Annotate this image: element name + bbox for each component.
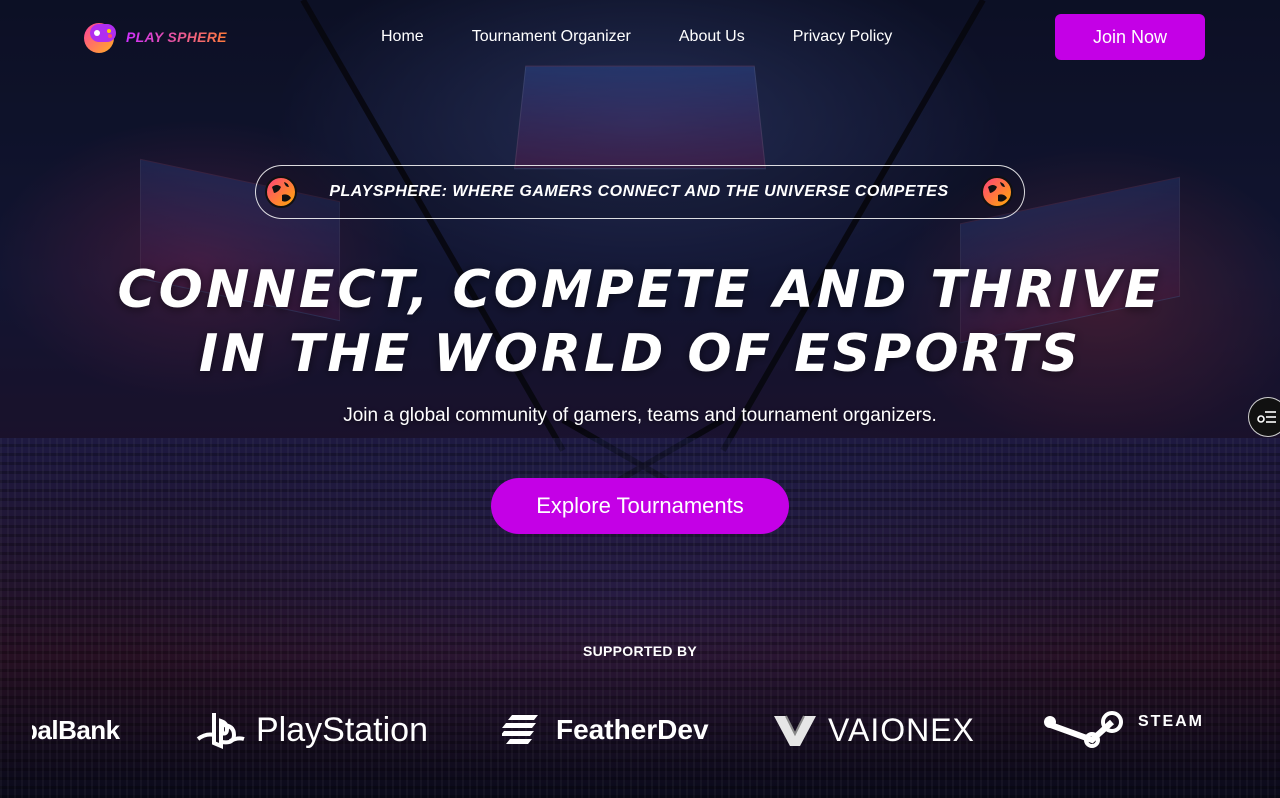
vaionex-wordmark: VAIONEX	[828, 711, 975, 748]
hero-title-line-1: Connect, Compete and Thrive	[117, 260, 1163, 320]
steam-icon	[1044, 711, 1123, 748]
accessibility-widget-button[interactable]	[1248, 397, 1280, 437]
sponsor-logo-vaionex: VAIONEX	[772, 700, 975, 760]
settings-sliders-icon	[1257, 411, 1276, 423]
nav-link-home[interactable]: Home	[381, 28, 424, 46]
tagline-text: PlaySphere: Where Gamers Connect and the…	[329, 183, 949, 200]
nav-link-about-us[interactable]: About Us	[679, 28, 745, 46]
vaionex-icon	[774, 715, 816, 746]
sponsor-logos: balBank PlayStation FeatherDev VAIONEX S…	[32, 700, 1280, 760]
brand-logo[interactable]: PLAY SPHERE	[80, 18, 360, 56]
tagline-banner: PlaySphere: Where Gamers Connect and the…	[255, 165, 1025, 219]
featherdev-icon	[502, 715, 538, 744]
nav-link-privacy-policy[interactable]: Privacy Policy	[793, 28, 893, 46]
nav-links: Home Tournament Organizer About Us Priva…	[381, 28, 1055, 46]
background-overlay	[0, 0, 1280, 798]
playstation-wordmark: PlayStation	[256, 710, 428, 749]
featherdev-wordmark: FeatherDev	[556, 714, 709, 745]
brand-name: PLAY SPHERE	[126, 29, 227, 45]
hero-title-line-2: in the World of Esports	[198, 324, 1082, 384]
top-nav: PLAY SPHERE Home Tournament Organizer Ab…	[80, 14, 1205, 60]
gamepad-logo-icon	[80, 18, 120, 56]
supported-by-label: SUPPORTED BY	[582, 643, 698, 659]
hero-subtitle: Join a global community of gamers, teams…	[343, 405, 937, 426]
globe-icon	[265, 176, 297, 208]
sponsor-logo-playstation: PlayStation	[196, 700, 428, 760]
sponsor-logo-steam: STEAM	[1042, 700, 1204, 760]
sponsor-logo-featherdev: FeatherDev	[502, 700, 709, 760]
playstation-icon	[196, 713, 245, 749]
sponsor-logo-bank: balBank	[32, 700, 120, 760]
stadium-background	[0, 0, 1280, 798]
nav-link-tournament-organizer[interactable]: Tournament Organizer	[472, 28, 631, 46]
steam-wordmark: STEAM	[1138, 713, 1204, 730]
bank-logo: balBank	[32, 714, 120, 745]
join-now-button[interactable]: Join Now	[1055, 14, 1205, 60]
hero-title: Connect, Compete and Thrive in the World…	[0, 258, 1280, 386]
explore-tournaments-button[interactable]: Explore Tournaments	[491, 478, 789, 534]
globe-icon	[981, 176, 1013, 208]
